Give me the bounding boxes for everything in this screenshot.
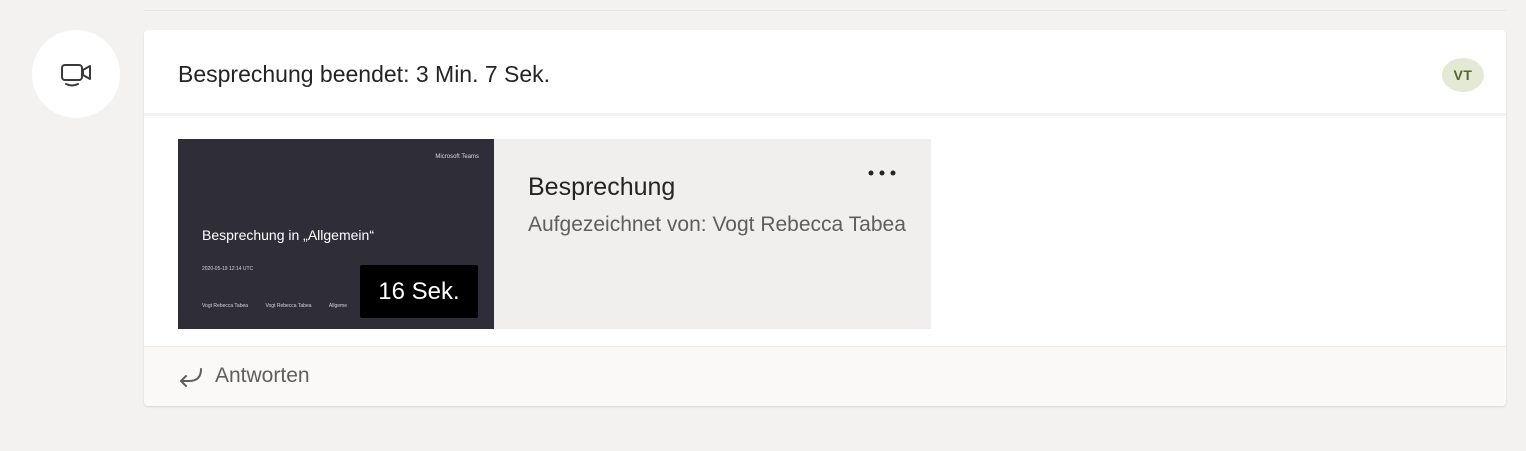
previous-message-edge [144, 0, 1506, 11]
reply-button[interactable]: Antworten [177, 361, 310, 391]
thumbnail-meta-item: Vogt Rebecca Tabea [265, 303, 312, 309]
thumbnail-meta-item: Vogt Rebecca Tabea [202, 303, 249, 309]
meeting-message-card: Besprechung beendet: 3 Min. 7 Sek. VT Mi… [144, 30, 1506, 406]
meeting-message-header: Besprechung beendet: 3 Min. 7 Sek. VT [144, 30, 1506, 116]
recording-card[interactable]: Microsoft Teams Besprechung in „Allgemei… [178, 139, 931, 329]
thumbnail-title: Besprechung in „Allgemein“ [202, 227, 374, 243]
recorded-by-text: Aufgezeichnet von: Vogt Rebecca Tabea [528, 213, 906, 236]
meeting-ended-title: Besprechung beendet: 3 Min. 7 Sek. [178, 61, 551, 87]
recording-duration-badge: 16 Sek. [360, 265, 478, 318]
more-options-button[interactable] [863, 159, 901, 187]
recording-thumbnail[interactable]: Microsoft Teams Besprechung in „Allgemei… [178, 139, 494, 329]
reply-label: Antworten [215, 364, 310, 387]
meeting-icon-avatar [32, 30, 120, 118]
reply-bar: Antworten [144, 346, 1506, 406]
recording-title[interactable]: Besprechung [528, 173, 675, 202]
thumbnail-date: 2020-05-19 12:14 UTC [202, 266, 254, 272]
user-avatar[interactable]: VT [1442, 58, 1484, 92]
thumbnail-meta-item: Allgeme [328, 303, 347, 309]
meeting-video-icon [61, 64, 91, 87]
thumbnail-brand: Microsoft Teams [435, 154, 479, 160]
reply-arrow-icon [180, 368, 202, 387]
thumbnail-meta: Vogt Rebecca Tabea Vogt Rebecca Tabea Al… [202, 303, 363, 309]
more-options-icon [868, 170, 896, 176]
